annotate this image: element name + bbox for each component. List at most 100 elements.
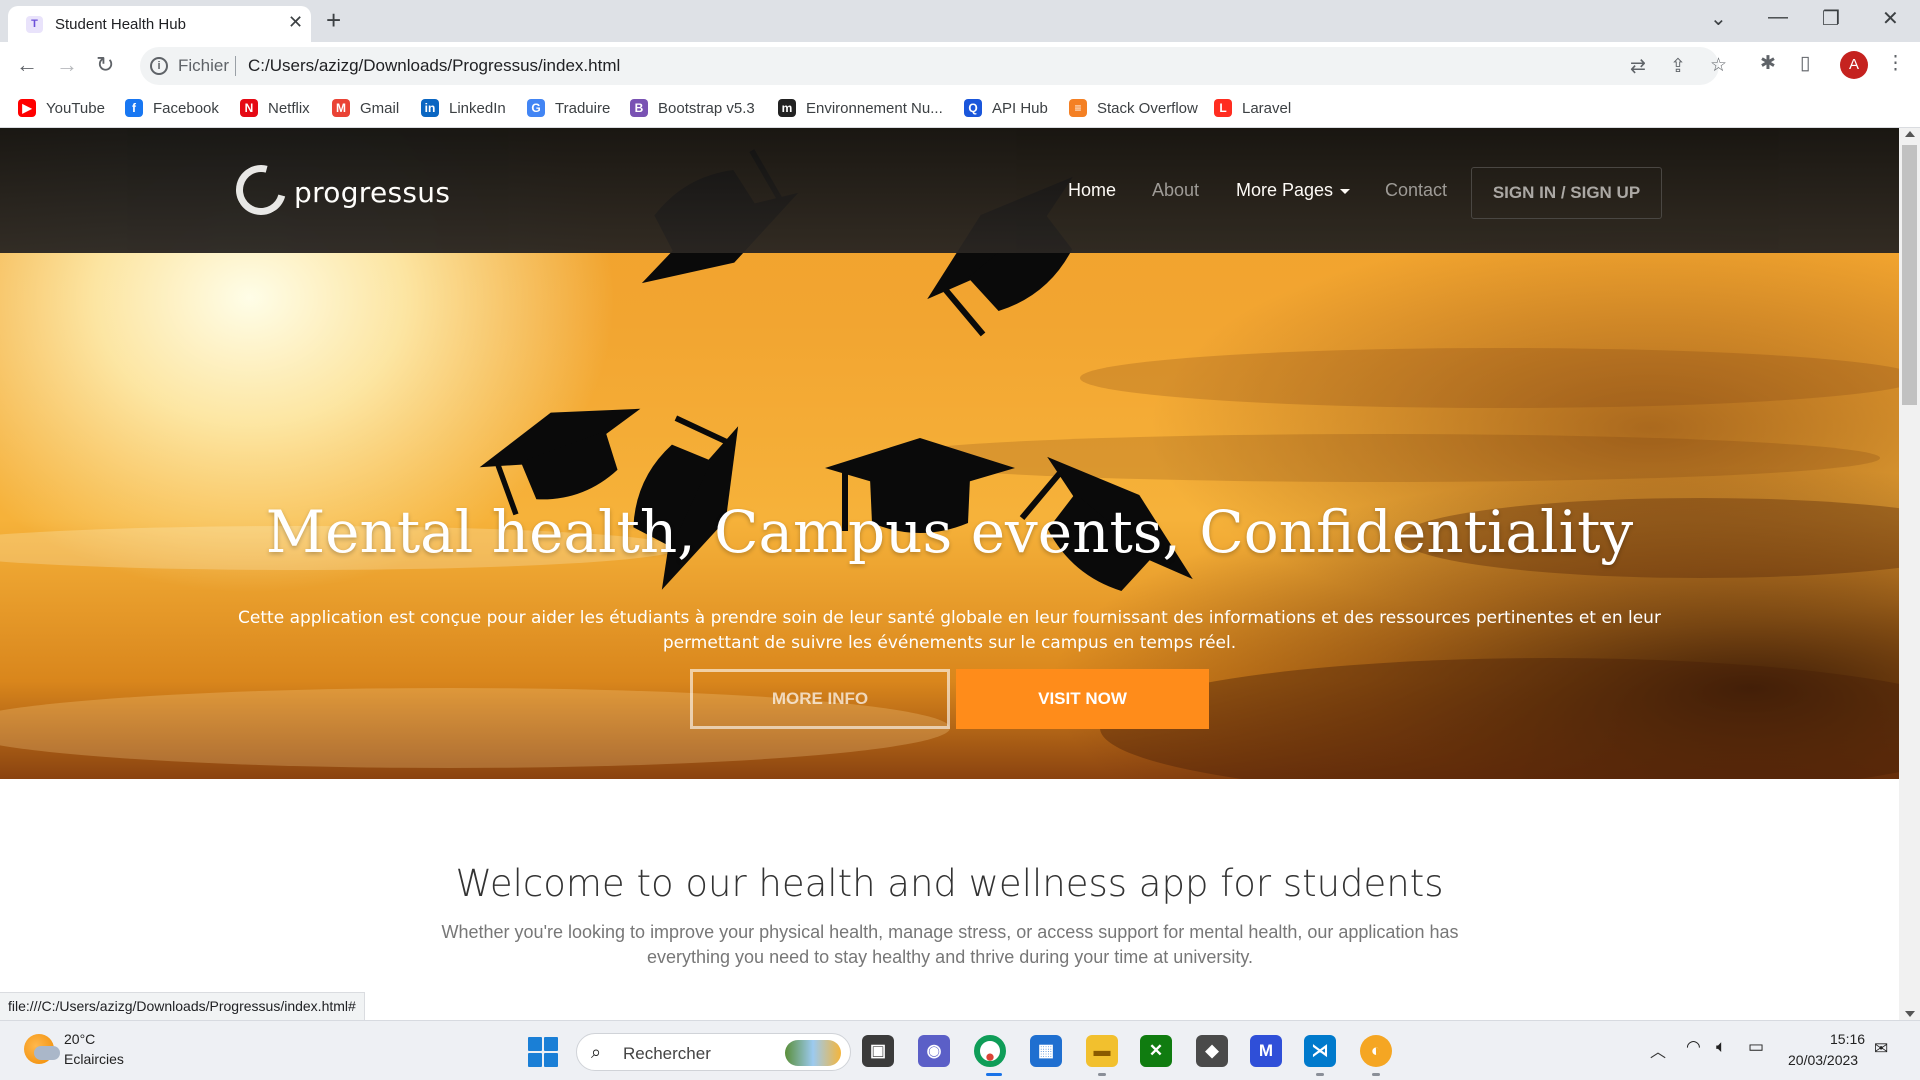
wifi-icon[interactable]: ◠ xyxy=(1686,1037,1701,1057)
bookmark-item[interactable]: G Traduire xyxy=(527,96,610,120)
hero-description: Cette application est conçue pour aider … xyxy=(238,608,1661,653)
notification-icon[interactable]: ✉ xyxy=(1874,1039,1888,1059)
page-scrollbar[interactable] xyxy=(1899,128,1920,1020)
xbox-icon[interactable]: ✕ xyxy=(1140,1035,1172,1067)
bookmark-label: Traduire xyxy=(555,99,611,117)
bookmark-item[interactable]: ▶ YouTube xyxy=(18,96,105,120)
bookmark-item[interactable]: L Laravel xyxy=(1214,96,1291,120)
explorer-running-indicator xyxy=(1098,1073,1106,1076)
window-close-icon[interactable]: ✕ xyxy=(1882,6,1899,31)
url-scheme-label: Fichier xyxy=(178,56,230,75)
scrollbar-thumb[interactable] xyxy=(1902,145,1917,405)
app-lightbulb-icon[interactable]: ◐ xyxy=(1360,1035,1392,1067)
nav-about[interactable]: About xyxy=(1152,180,1199,201)
mathpix-icon[interactable]: M xyxy=(1250,1035,1282,1067)
bookmark-label: Gmail xyxy=(360,99,400,117)
url-text[interactable]: C:/Users/azizg/Downloads/Progressus/inde… xyxy=(248,56,620,76)
new-tab-icon[interactable]: + xyxy=(326,5,341,35)
translate-icon: G xyxy=(527,99,545,117)
vscode-running-indicator xyxy=(1316,1073,1324,1076)
more-info-button[interactable]: MORE INFO xyxy=(690,669,950,729)
scroll-up-arrow-icon[interactable] xyxy=(1905,131,1915,137)
windows-start-icon[interactable] xyxy=(528,1037,558,1067)
bookmark-item[interactable]: Q API Hub xyxy=(964,96,1048,120)
dropdown-caret-icon xyxy=(1340,188,1351,194)
bootstrap-icon: B xyxy=(630,99,648,117)
page-viewport: progressus Home About More Pages Contact… xyxy=(0,128,1920,1020)
tab-favicon-icon: T xyxy=(26,16,43,33)
clock-time[interactable]: 15:16 xyxy=(1830,1031,1865,1047)
facebook-icon: f xyxy=(125,99,143,117)
task-view-icon[interactable]: ▣ xyxy=(862,1035,894,1067)
bookmark-label: Stack Overflow xyxy=(1097,99,1198,117)
site-info-icon[interactable]: i xyxy=(150,57,168,75)
weather-description[interactable]: Eclaircies xyxy=(64,1051,124,1067)
welcome-heading: Welcome to our health and wellness app f… xyxy=(455,862,1444,905)
3d-app-icon[interactable]: ◆ xyxy=(1196,1035,1228,1067)
progressus-logo-icon[interactable] xyxy=(226,155,296,225)
browser-tab[interactable]: T Student Health Hub ✕ xyxy=(8,6,311,42)
nav-contact[interactable]: Contact xyxy=(1385,180,1447,201)
bookmark-label: Bootstrap v5.3 xyxy=(658,99,755,117)
file-explorer-icon[interactable]: ▬ xyxy=(1086,1035,1118,1067)
hero-title: Mental health, Campus events, Confidenti… xyxy=(265,498,1634,566)
back-icon[interactable]: ← xyxy=(16,52,38,78)
tab-search-chevron-icon[interactable]: ⌄ xyxy=(1710,6,1727,31)
signin-signup-button[interactable]: SIGN IN / SIGN UP xyxy=(1471,167,1662,219)
windows-taskbar: 20°C Eclaircies ⌕ Rechercher ▣ ◉ ● ▦ ▬ ✕… xyxy=(0,1020,1920,1080)
taskbar-search[interactable]: ⌕ Rechercher xyxy=(576,1033,851,1071)
nav-more-pages[interactable]: More Pages xyxy=(1236,180,1351,201)
bookmark-item[interactable]: M Gmail xyxy=(332,96,399,120)
status-bar-url: file:///C:/Users/azizg/Downloads/Progres… xyxy=(0,992,365,1020)
translate-page-icon[interactable]: ⇄ xyxy=(1630,55,1646,78)
share-icon[interactable]: ⇪ xyxy=(1670,55,1686,78)
bookmark-item[interactable]: ≡ Stack Overflow xyxy=(1069,96,1198,120)
youtube-icon: ▶ xyxy=(18,99,36,117)
browser-menu-icon[interactable]: ⋮ xyxy=(1886,52,1905,75)
nav-home[interactable]: Home xyxy=(1068,180,1116,201)
minimize-icon[interactable]: — xyxy=(1768,6,1788,29)
app-running-indicator xyxy=(1372,1073,1380,1076)
linkedin-icon: in xyxy=(421,99,439,117)
bookmark-item[interactable]: B Bootstrap v5.3 xyxy=(630,96,755,120)
bookmark-item[interactable]: f Facebook xyxy=(125,96,219,120)
vscode-icon[interactable]: ⋊ xyxy=(1304,1035,1336,1067)
netflix-icon: N xyxy=(240,99,258,117)
browser-toolbar: ← → ↻ i Fichier C:/Users/azizg/Downloads… xyxy=(0,42,1920,90)
profile-avatar[interactable]: A xyxy=(1840,51,1868,79)
chrome-running-indicator xyxy=(986,1073,1002,1076)
tab-close-icon[interactable]: ✕ xyxy=(288,12,303,33)
tray-overflow-chevron-icon[interactable]: ︿ xyxy=(1650,1038,1666,1062)
bookmark-item[interactable]: in LinkedIn xyxy=(421,96,506,120)
restore-icon[interactable]: ❐ xyxy=(1822,6,1840,31)
bookmark-item[interactable]: m Environnement Nu... xyxy=(778,96,943,120)
bookmark-label: Facebook xyxy=(153,99,219,117)
bookmark-star-icon[interactable]: ☆ xyxy=(1710,54,1727,77)
site-navbar: progressus Home About More Pages Contact… xyxy=(0,128,1899,253)
visit-now-button[interactable]: VISIT NOW xyxy=(956,669,1209,729)
side-panel-icon[interactable]: ▯ xyxy=(1800,52,1810,75)
chrome-icon[interactable]: ● xyxy=(974,1035,1006,1067)
forward-icon[interactable]: → xyxy=(56,52,78,78)
api-hub-icon: Q xyxy=(964,99,982,117)
address-bar[interactable]: i Fichier C:/Users/azizg/Downloads/Progr… xyxy=(140,47,1727,85)
volume-icon[interactable]: 🔈︎ xyxy=(1716,1037,1726,1057)
bookmark-item[interactable]: N Netflix xyxy=(240,96,310,120)
search-highlight-image xyxy=(785,1040,841,1066)
battery-icon[interactable]: ▭ xyxy=(1748,1037,1764,1057)
site-logo[interactable]: progressus xyxy=(294,176,450,209)
clock-date[interactable]: 20/03/2023 xyxy=(1788,1052,1858,1068)
extensions-icon[interactable]: ✱ xyxy=(1760,52,1776,75)
environnement-icon: m xyxy=(778,99,796,117)
bookmark-label: API Hub xyxy=(992,99,1048,117)
scroll-down-arrow-icon[interactable] xyxy=(1905,1011,1915,1017)
reload-icon[interactable]: ↻ xyxy=(96,52,114,78)
weather-temperature[interactable]: 20°C xyxy=(64,1031,95,1047)
teams-chat-icon[interactable]: ◉ xyxy=(918,1035,950,1067)
bookmark-label: Environnement Nu... xyxy=(806,99,943,117)
search-icon: ⌕ xyxy=(591,1042,602,1062)
microsoft-store-icon[interactable]: ▦ xyxy=(1030,1035,1062,1067)
bookmark-label: YouTube xyxy=(46,99,105,117)
stackoverflow-icon: ≡ xyxy=(1069,99,1087,117)
gmail-icon: M xyxy=(332,99,350,117)
